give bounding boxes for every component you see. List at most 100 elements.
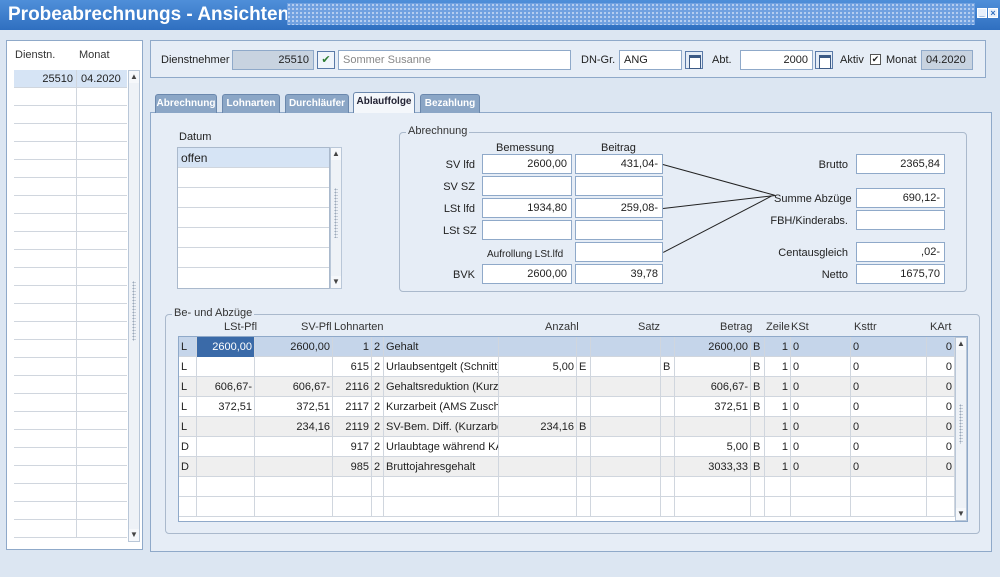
centausgleich-field[interactable]: ,02- [856, 242, 945, 262]
confirm-check-icon[interactable]: ✔ [317, 51, 335, 69]
lst-sz-beitrag-field[interactable] [575, 220, 663, 240]
lohnart-nr-cell[interactable] [333, 477, 372, 497]
lohnart-name-cell[interactable]: Kurzarbeit (AMS Zuschuss) [384, 397, 499, 417]
scroll-up-icon[interactable]: ▲ [956, 338, 966, 350]
lohnart-k-cell[interactable]: 2 [372, 437, 384, 457]
list-item[interactable] [14, 502, 127, 520]
satz-unit-cell[interactable] [661, 397, 675, 417]
satz-cell[interactable] [591, 497, 661, 517]
satz-unit-cell[interactable] [661, 417, 675, 437]
lohnart-k-cell[interactable] [372, 477, 384, 497]
kst-cell[interactable]: 0 [791, 377, 851, 397]
anzahl-unit-cell[interactable] [577, 437, 591, 457]
betrag-unit-cell[interactable]: B [751, 397, 765, 417]
lohnart-name-cell[interactable] [384, 477, 499, 497]
ksttr-cell[interactable]: 0 [851, 397, 927, 417]
lst-pfl-cell[interactable] [197, 437, 255, 457]
type-cell[interactable] [179, 477, 197, 497]
lohnart-k-cell[interactable]: 2 [372, 337, 384, 357]
anzahl-unit-cell[interactable] [577, 477, 591, 497]
sv-pfl-cell[interactable] [255, 457, 333, 477]
betrag-cell[interactable] [675, 417, 751, 437]
list-item[interactable] [14, 88, 127, 106]
list-item[interactable] [14, 106, 127, 124]
sv-pfl-cell[interactable] [255, 477, 333, 497]
satz-cell[interactable] [591, 477, 661, 497]
anzahl-unit-cell[interactable] [577, 337, 591, 357]
lst-lfd-beitrag-field[interactable]: 259,08- [575, 198, 663, 218]
zeile-cell[interactable]: 1 [765, 357, 791, 377]
kst-cell[interactable] [791, 477, 851, 497]
lohnart-k-cell[interactable] [372, 497, 384, 517]
kart-cell[interactable] [927, 497, 955, 517]
table-row[interactable]: L 606,67- 606,67- 2116 2 Gehaltsreduktion (Ku… [179, 377, 955, 397]
lohnart-nr-cell[interactable]: 2117 [333, 397, 372, 417]
list-item[interactable] [14, 268, 127, 286]
lohnart-k-cell[interactable]: 2 [372, 397, 384, 417]
lst-sz-bemessung-field[interactable] [482, 220, 572, 240]
anzahl-cell[interactable] [499, 377, 577, 397]
ksttr-cell[interactable]: 0 [851, 337, 927, 357]
satz-cell[interactable] [591, 357, 661, 377]
kart-cell[interactable]: 0 [927, 397, 955, 417]
table-row[interactable]: L372,51372,5121172Kurzarbeit (AMS Zuschu… [179, 397, 955, 417]
table-row[interactable]: L 2600,00 2600,00 1 2 Gehalt 2600,00 B 1 0 0 0 [179, 337, 955, 357]
tab-lohnarten[interactable]: Lohnarten [222, 94, 280, 113]
table-row[interactable]: D 917 2 Urlaubtage während KA 5,00 B 1 0 0 0 [179, 437, 955, 457]
abt-field[interactable]: 2000 [740, 50, 813, 70]
betrag-unit-cell[interactable] [751, 417, 765, 437]
zeile-cell[interactable]: 1 [765, 397, 791, 417]
lohnart-nr-cell[interactable]: 2119 [333, 417, 372, 437]
list-item[interactable] [14, 160, 127, 178]
lohnart-nr-cell[interactable]: 985 [333, 457, 372, 477]
netto-field[interactable]: 1675,70 [856, 264, 945, 284]
type-cell[interactable]: L [179, 357, 197, 377]
list-item[interactable] [14, 304, 127, 322]
betrag-unit-cell[interactable]: B [751, 337, 765, 357]
kst-cell[interactable]: 0 [791, 417, 851, 437]
sv-pfl-cell[interactable] [255, 357, 333, 377]
zeile-cell[interactable]: 1 [765, 377, 791, 397]
satz-cell[interactable] [591, 377, 661, 397]
lohnart-k-cell[interactable]: 2 [372, 377, 384, 397]
dienstnehmer-name-field[interactable]: Sommer Susanne [338, 50, 571, 70]
anzahl-cell[interactable]: 234,16 [499, 417, 577, 437]
scroll-up-icon[interactable]: ▲ [331, 148, 341, 160]
zeile-cell[interactable] [765, 477, 791, 497]
list-item[interactable] [14, 358, 127, 376]
satz-unit-cell[interactable] [661, 497, 675, 517]
satz-cell[interactable] [591, 437, 661, 457]
anzahl-cell[interactable] [499, 497, 577, 517]
aufrollung-field[interactable] [575, 242, 663, 262]
lst-pfl-cell[interactable]: 606,67- [197, 377, 255, 397]
list-item[interactable] [14, 484, 127, 502]
ksttr-cell[interactable]: 0 [851, 437, 927, 457]
lst-pfl-cell[interactable]: 372,51 [197, 397, 255, 417]
list-item[interactable] [14, 286, 127, 304]
scroll-grip[interactable] [132, 281, 136, 341]
ksttr-cell[interactable]: 0 [851, 357, 927, 377]
lst-pfl-cell[interactable] [197, 497, 255, 517]
betrag-cell[interactable]: 2600,00 [675, 337, 751, 357]
minimize-icon[interactable]: _ [977, 8, 987, 18]
sv-pfl-cell[interactable]: 372,51 [255, 397, 333, 417]
anzahl-unit-cell[interactable] [577, 397, 591, 417]
betrag-cell[interactable]: 3033,33 [675, 457, 751, 477]
brutto-field[interactable]: 2365,84 [856, 154, 945, 174]
lst-pfl-cell[interactable] [197, 417, 255, 437]
tab-abrechnung[interactable]: Abrechnung [155, 94, 217, 113]
dienstnehmer-id-field[interactable]: 25510 [232, 50, 314, 70]
bvk-bemessung-field[interactable]: 2600,00 [482, 264, 572, 284]
lohnart-name-cell[interactable]: SV-Bem. Diff. (Kurzarbeit) [384, 417, 499, 437]
betrag-cell[interactable] [675, 497, 751, 517]
satz-cell[interactable] [591, 417, 661, 437]
satz-unit-cell[interactable] [661, 337, 675, 357]
betrag-cell[interactable] [675, 357, 751, 377]
lohnart-k-cell[interactable]: 2 [372, 457, 384, 477]
lohnart-name-cell[interactable]: Urlaubtage während KA [384, 437, 499, 457]
anzahl-unit-cell[interactable]: E [577, 357, 591, 377]
lohnart-name-cell[interactable] [384, 497, 499, 517]
list-item[interactable] [14, 412, 127, 430]
summe-abzuege-field[interactable]: 690,12- [856, 188, 945, 208]
sv-pfl-cell[interactable]: 234,16 [255, 417, 333, 437]
